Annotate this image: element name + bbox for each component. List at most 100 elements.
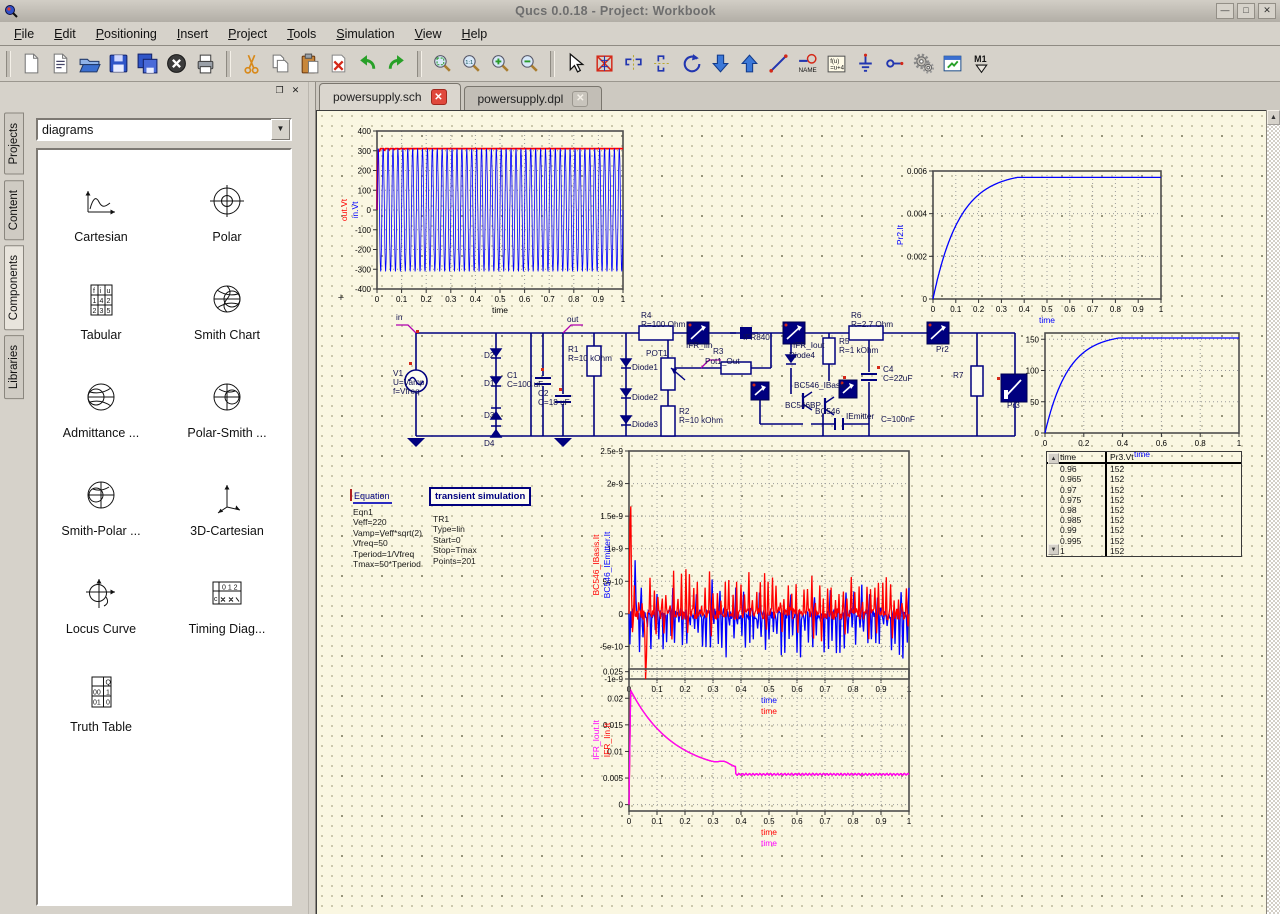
mirror-x-button[interactable] <box>619 49 648 78</box>
svg-text:C1: C1 <box>507 371 518 380</box>
diagram-ifr-currents[interactable]: 00.10.20.30.40.50.60.70.80.9100.0050.010… <box>591 668 912 848</box>
delete-button[interactable] <box>324 49 353 78</box>
rotate-button[interactable] <box>677 49 706 78</box>
zoom-1-1-button[interactable]: 1:1 <box>457 49 486 78</box>
simulate-button[interactable] <box>909 49 938 78</box>
transient-simulation-block[interactable]: transient simulation TR1Type=linStart=0S… <box>429 487 531 566</box>
table-scroll-down-icon[interactable]: ▼ <box>1048 544 1059 555</box>
push-into-subcircuit-button[interactable] <box>706 49 735 78</box>
component-item-3d-cartesian[interactable]: 3D-Cartesian <box>164 448 290 546</box>
dock-close-icon[interactable]: ✕ <box>289 85 302 97</box>
delete-selection-button[interactable] <box>590 49 619 78</box>
insert-ground-button[interactable] <box>851 49 880 78</box>
smith-chart-icon <box>205 282 249 318</box>
component-item-label: Truth Table <box>70 720 132 734</box>
chevron-down-icon[interactable]: ▼ <box>271 119 290 140</box>
select-button[interactable] <box>561 49 590 78</box>
component-item-polar[interactable]: Polar <box>164 154 290 252</box>
redo-button[interactable] <box>382 49 411 78</box>
save-all-button[interactable] <box>133 49 162 78</box>
sidebar-tab-projects[interactable]: Projects <box>4 113 24 175</box>
close-tab-icon[interactable]: ✕ <box>431 89 447 105</box>
component-item-timing-diag[interactable]: 0 1 2cTiming Diag... <box>164 546 290 644</box>
component-category-select[interactable]: diagrams ▼ <box>36 118 292 141</box>
open-document-button[interactable] <box>75 49 104 78</box>
svg-text:0.2: 0.2 <box>973 305 985 314</box>
svg-text:U=Vamp: U=Vamp <box>393 378 425 387</box>
svg-text:0: 0 <box>1035 429 1040 438</box>
sidebar-tab-content[interactable]: Content <box>4 180 24 240</box>
component-item-polar-smith[interactable]: Polar-Smith ... <box>164 350 290 448</box>
insert-marker-button[interactable]: M1 <box>967 49 996 78</box>
document-tab-powersupply.dpl[interactable]: powersupply.dpl✕ <box>464 86 603 110</box>
component-item-smith-polar[interactable]: Smith-Polar ... <box>38 448 164 546</box>
insert-wire-button[interactable] <box>764 49 793 78</box>
svg-text:Diode1: Diode1 <box>632 363 658 372</box>
component-item-tabular[interactable]: fiu142235Tabular <box>38 252 164 350</box>
menu-edit[interactable]: Edit <box>44 24 86 44</box>
new-text-document-button[interactable] <box>46 49 75 78</box>
menu-project[interactable]: Project <box>218 24 277 44</box>
table-scroll-up-icon[interactable]: ▲ <box>1048 453 1059 464</box>
zoom-in-button[interactable] <box>486 49 515 78</box>
menu-view[interactable]: View <box>405 24 452 44</box>
insert-wire-label-button[interactable]: NAME <box>793 49 822 78</box>
mirror-y-button[interactable] <box>648 49 677 78</box>
svg-text:R=1 kOhm: R=1 kOhm <box>839 346 879 355</box>
close-tab-icon[interactable]: ✕ <box>572 91 588 107</box>
diagram-pr2-current[interactable]: 00.10.20.30.40.50.60.70.80.9100.0020.004… <box>895 167 1164 325</box>
menu-help[interactable]: Help <box>452 24 498 44</box>
svg-text:0: 0 <box>931 305 936 314</box>
component-item-smith-chart[interactable]: Smith Chart <box>164 252 290 350</box>
maximize-button[interactable]: □ <box>1237 3 1255 19</box>
menu-positioning[interactable]: Positioning <box>86 24 167 44</box>
cut-button[interactable] <box>237 49 266 78</box>
close-document-button[interactable] <box>162 49 191 78</box>
component-item-locus-curve[interactable]: Locus Curve <box>38 546 164 644</box>
component-item-admittance[interactable]: Admittance ... <box>38 350 164 448</box>
component-item-truth-table[interactable]: Q001010Truth Table <box>38 644 164 742</box>
view-data-display-button[interactable] <box>938 49 967 78</box>
component-item-cartesian[interactable]: Cartesian <box>38 154 164 252</box>
svg-text:0.4: 0.4 <box>735 817 747 826</box>
dock-float-icon[interactable]: ❐ <box>273 85 286 97</box>
svg-text:0.2: 0.2 <box>679 817 691 826</box>
pop-out-button[interactable] <box>735 49 764 78</box>
svg-text:D1: D1 <box>484 379 495 388</box>
canvas-vertical-scrollbar[interactable]: ▲ <box>1266 110 1280 914</box>
zoom-fit-button[interactable] <box>428 49 457 78</box>
svg-text:R5: R5 <box>839 337 850 346</box>
svg-text:1.5e-9: 1.5e-9 <box>600 512 623 521</box>
minimize-button[interactable]: — <box>1216 3 1234 19</box>
save-document-button[interactable] <box>104 49 133 78</box>
menu-insert[interactable]: Insert <box>167 24 218 44</box>
diagram-pr3-voltage[interactable]: 00.20.40.60.81050100150time <box>1026 333 1242 459</box>
copy-button[interactable] <box>266 49 295 78</box>
insert-port-button[interactable] <box>880 49 909 78</box>
menu-file[interactable]: File <box>4 24 44 44</box>
insert-equation-button[interactable]: f(u)=u+4 <box>822 49 851 78</box>
zoom-out-button[interactable] <box>515 49 544 78</box>
insert-wire-icon <box>767 52 790 75</box>
circuit-schematic[interactable]: inoutV1U=Vampf=VfreqD2D1D3D4C1C=100 uFC2… <box>393 311 1027 448</box>
svg-text:D3: D3 <box>484 411 495 420</box>
print-button[interactable] <box>191 49 220 78</box>
undo-button[interactable] <box>353 49 382 78</box>
new-document-button[interactable] <box>17 49 46 78</box>
sidebar-tab-libraries[interactable]: Libraries <box>4 335 24 399</box>
dock-splitter[interactable] <box>308 82 316 914</box>
pr3-table[interactable]: timePr3.Vt0.961520.9651520.971520.975152… <box>1046 451 1242 557</box>
close-button[interactable]: ✕ <box>1258 3 1276 19</box>
cut-icon <box>240 52 263 75</box>
menu-tools[interactable]: Tools <box>277 24 326 44</box>
diagram-io-voltages[interactable]: 00.10.20.30.40.50.60.70.80.91-400-300-20… <box>339 127 626 315</box>
schematic-canvas[interactable]: 00.10.20.30.40.50.60.70.80.91-400-300-20… <box>316 110 1266 914</box>
paste-button[interactable] <box>295 49 324 78</box>
document-tab-powersupply.sch[interactable]: powersupply.sch✕ <box>319 83 461 110</box>
sidebar-tab-components[interactable]: Components <box>4 245 24 330</box>
scroll-up-icon[interactable]: ▲ <box>1267 110 1280 125</box>
parameter-line: Type=lin <box>433 524 531 534</box>
smith-polar-icon <box>79 478 123 514</box>
diagram-bc546-currents[interactable]: 00.10.20.30.40.50.60.70.80.912.5e-92e-91… <box>591 447 912 716</box>
menu-simulation[interactable]: Simulation <box>326 24 404 44</box>
